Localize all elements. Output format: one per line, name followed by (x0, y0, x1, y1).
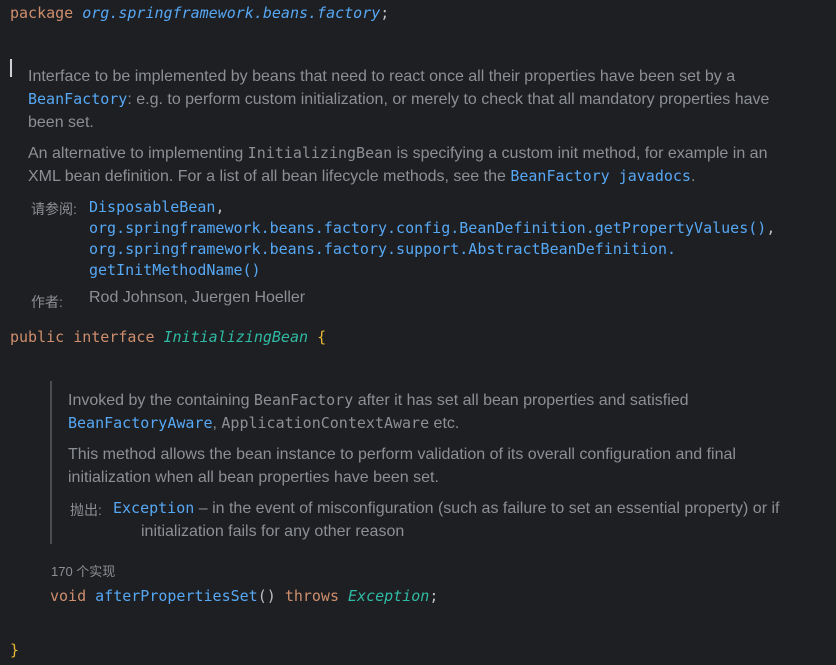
method-javadoc: Invoked by the containing BeanFactory af… (68, 389, 833, 489)
method-doc-paragraph-1: Invoked by the containing BeanFactory af… (68, 389, 833, 435)
interface-name[interactable]: InitializingBean (164, 328, 309, 346)
class-javadoc: Interface to be implemented by beans tha… (28, 65, 833, 188)
applicationcontextaware-code: ApplicationContextAware (221, 414, 430, 432)
class-doc-paragraph-1: Interface to be implemented by beans tha… (28, 65, 833, 134)
class-doc-text: Interface to be implemented by beans tha… (28, 68, 736, 85)
throws-description: Exception – in the event of misconfigura… (113, 497, 833, 543)
initializingbean-code: InitializingBean (247, 144, 393, 162)
method-doc-paragraph-2: This method allows the bean instance to … (68, 443, 833, 489)
throws-text: – in the event of misconfiguration (such… (194, 500, 780, 517)
method-doc-text: This method allows the bean instance to … (68, 446, 736, 463)
open-brace: { (317, 328, 327, 346)
beanfactoryaware-link[interactable]: BeanFactoryAware (68, 414, 213, 432)
beanfactory-javadocs-link[interactable]: BeanFactory javadocs (510, 167, 691, 185)
void-keyword: void (50, 587, 87, 605)
method-doc-text: etc. (429, 415, 460, 432)
throws-text: initialization fails for any other reaso… (141, 523, 405, 540)
method-doc-text: initialization when all bean properties … (68, 469, 439, 486)
package-declaration[interactable]: package org.springframework.beans.factor… (10, 3, 389, 23)
package-keyword: package (10, 4, 74, 22)
class-doc-paragraph-2: An alternative to implementing Initializ… (28, 142, 833, 188)
see-also-comma: , (215, 198, 225, 216)
package-name[interactable]: org.springframework.beans.factory (82, 4, 380, 22)
method-declaration[interactable]: void afterPropertiesSet() throws Excepti… (50, 586, 438, 606)
throws-keyword: throws (284, 587, 339, 605)
class-doc-text: . (690, 168, 696, 185)
see-also-link-disposablebean[interactable]: DisposableBean (89, 198, 215, 216)
method-doc-border (50, 381, 52, 544)
class-doc-text: : e.g. to perform custom initialization,… (127, 91, 770, 108)
class-doc-text: XML bean definition. For a list of all b… (28, 168, 511, 185)
class-doc-text: been set. (28, 114, 94, 131)
method-semicolon: ; (429, 587, 439, 605)
method-doc-text: Invoked by the containing (68, 392, 254, 409)
beanfactory-link[interactable]: BeanFactory (28, 90, 127, 108)
see-also-label: 请参阅: (31, 201, 77, 217)
close-brace: } (10, 640, 19, 660)
beanfactory-link-text[interactable]: BeanFactory (510, 167, 609, 185)
method-name[interactable]: afterPropertiesSet (95, 587, 258, 605)
javadocs-link-text[interactable]: javadocs (619, 167, 691, 185)
author-label: 作者: (31, 294, 63, 310)
interface-declaration[interactable]: public interface InitializingBean { (10, 327, 326, 347)
see-also-link-getpropertyvalues[interactable]: org.springframework.beans.factory.config… (89, 219, 766, 237)
class-doc-text: An alternative to implementing (28, 145, 248, 162)
class-doc-text: is specifying a custom init method, for … (392, 145, 768, 162)
method-parens: () (257, 587, 276, 605)
interface-keyword: interface (73, 328, 155, 346)
see-also-link-abstractbeandefinition[interactable]: org.springframework.beans.factory.suppor… (89, 240, 676, 258)
close-brace-char: } (10, 641, 20, 659)
throws-label: 抛出: (70, 502, 102, 518)
method-doc-text: after it has set all bean properties and… (353, 392, 689, 409)
public-keyword: public (10, 328, 65, 346)
implementations-hint[interactable]: 170 个实现 (51, 561, 115, 580)
see-also-list: DisposableBean, org.springframework.bean… (89, 197, 775, 281)
text-caret (10, 59, 12, 77)
exception-type[interactable]: Exception (348, 587, 429, 605)
see-also-link-getinitmethodname[interactable]: getInitMethodName() (89, 261, 261, 279)
see-also-comma: , (766, 219, 776, 237)
author-value: Rod Johnson, Juergen Hoeller (89, 289, 306, 306)
exception-link[interactable]: Exception (113, 499, 194, 517)
package-semicolon: ; (380, 4, 390, 22)
beanfactory-code: BeanFactory (253, 391, 354, 409)
